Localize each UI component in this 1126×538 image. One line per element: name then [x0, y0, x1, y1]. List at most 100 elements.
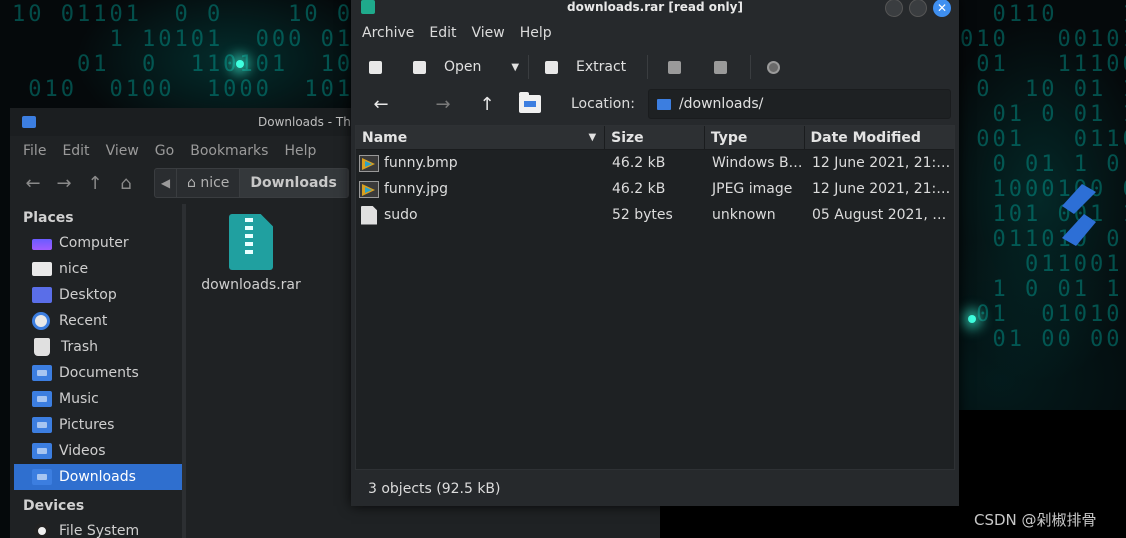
- extract-button[interactable]: Extract: [529, 52, 647, 82]
- sidebar-item-downloads[interactable]: Downloads: [14, 464, 184, 490]
- column-header-type[interactable]: Type: [705, 126, 805, 149]
- date-cell: 12 June 2021, 21:06: [812, 181, 954, 197]
- folder-window-icon: [22, 116, 36, 128]
- kali-logo-icon: [1062, 184, 1096, 246]
- sidebar-item-file-system[interactable]: File System: [14, 518, 184, 538]
- sidebar-item-recent[interactable]: Recent: [14, 308, 184, 334]
- size-cell: 52 bytes: [612, 207, 673, 223]
- watermark: CSDN @剁椒排骨: [974, 511, 1097, 529]
- open-file-icon: [413, 60, 426, 74]
- videos-folder-icon: [32, 443, 52, 459]
- menu-help[interactable]: Help: [284, 143, 316, 159]
- add-folder-icon: [714, 60, 727, 74]
- column-header-date[interactable]: Date Modified: [805, 126, 955, 149]
- back-icon[interactable]: ←: [371, 94, 391, 115]
- close-button[interactable]: ✕: [933, 0, 951, 17]
- path-segment-downloads[interactable]: Downloads: [240, 169, 348, 197]
- chevron-down-icon[interactable]: ▼: [511, 62, 519, 73]
- places-heading: Places: [23, 210, 74, 226]
- extract-label: Extract: [576, 59, 627, 75]
- column-header-size[interactable]: Size: [605, 126, 705, 149]
- name-cell: funny.jpg: [356, 180, 606, 198]
- folder-view-icon[interactable]: [519, 92, 541, 113]
- menu-view[interactable]: View: [472, 25, 505, 41]
- new-document-icon: [369, 60, 382, 74]
- documents-folder-icon: [32, 365, 52, 381]
- status-bar: 3 objects (92.5 kB): [368, 481, 501, 497]
- sidebar-item-label: Documents: [59, 365, 139, 381]
- path-home-label: nice: [200, 175, 230, 191]
- type-cell: JPEG image: [712, 181, 793, 197]
- add-folder-button[interactable]: [692, 52, 738, 82]
- sidebar-item-desktop[interactable]: Desktop: [14, 282, 184, 308]
- devices-heading: Devices: [23, 498, 85, 514]
- thunar-title: Downloads - Thu: [258, 115, 359, 129]
- stop-button[interactable]: [751, 52, 791, 82]
- computer-icon: [32, 239, 52, 250]
- path-scroll-left-icon[interactable]: ◀: [155, 169, 177, 197]
- archive-toolbar: Open ▼ Extract: [351, 48, 959, 86]
- file-item-downloads-rar[interactable]: downloads.rar: [196, 214, 306, 293]
- sidebar-item-label: Pictures: [59, 417, 115, 433]
- arrow-left-icon[interactable]: ←: [22, 172, 44, 194]
- sidebar: Places Computer nice Desktop Recent Tras…: [14, 204, 184, 538]
- archive-manager-window[interactable]: downloads.rar [read only] ✕ Archive Edit…: [351, 0, 959, 506]
- arrow-up-icon[interactable]: ↑: [84, 172, 106, 194]
- location-field[interactable]: /downloads/: [647, 89, 951, 119]
- menu-go[interactable]: Go: [155, 143, 174, 159]
- menu-bookmarks[interactable]: Bookmarks: [190, 143, 268, 159]
- table-row[interactable]: funny.bmp 46.2 kB Windows B… 12 June 202…: [356, 150, 954, 176]
- pictures-folder-icon: [32, 417, 52, 433]
- up-icon[interactable]: ↑: [477, 94, 497, 115]
- home-icon[interactable]: ⌂: [115, 172, 137, 194]
- archive-icon: [229, 214, 273, 270]
- location-label: Location:: [571, 96, 635, 112]
- archive-window-title: downloads.rar [read only]: [567, 0, 743, 14]
- menu-help[interactable]: Help: [520, 25, 552, 41]
- file-name: sudo: [384, 207, 418, 223]
- date-cell: 12 June 2021, 21:06: [812, 155, 954, 171]
- menu-edit[interactable]: Edit: [429, 25, 456, 41]
- sidebar-item-home[interactable]: nice: [14, 256, 184, 282]
- location-path: /downloads/: [678, 96, 764, 112]
- sidebar-item-music[interactable]: Music: [14, 386, 184, 412]
- sidebar-item-label: File System: [59, 523, 140, 538]
- archive-menubar: Archive Edit View Help: [351, 18, 959, 48]
- archive-file-list[interactable]: Name ▼ Size Type Date Modified funny.bmp …: [355, 125, 955, 470]
- forward-icon[interactable]: →: [433, 94, 453, 115]
- size-cell: 46.2 kB: [612, 155, 666, 171]
- sidebar-item-label: Recent: [59, 313, 108, 329]
- add-files-button[interactable]: [648, 52, 692, 82]
- size-cell: 46.2 kB: [612, 181, 666, 197]
- table-row[interactable]: funny.jpg 46.2 kB JPEG image 12 June 202…: [356, 176, 954, 202]
- path-bar: ◀ ⌂ nice Downloads: [154, 168, 349, 198]
- minimize-button[interactable]: [885, 0, 903, 17]
- sidebar-item-label: nice: [59, 261, 89, 277]
- sidebar-item-documents[interactable]: Documents: [14, 360, 184, 386]
- image-icon: [359, 180, 379, 198]
- close-icon: ✕: [936, 1, 948, 15]
- type-cell: unknown: [712, 207, 776, 223]
- sidebar-item-label: Trash: [61, 339, 98, 355]
- disk-icon: [34, 523, 50, 538]
- type-cell: Windows B…: [712, 155, 803, 171]
- menu-view[interactable]: View: [106, 143, 139, 159]
- maximize-button[interactable]: [909, 0, 927, 17]
- table-row[interactable]: sudo 52 bytes unknown 05 August 2021, 23…: [356, 202, 954, 228]
- path-segment-home[interactable]: ⌂ nice: [177, 169, 241, 197]
- date-cell: 05 August 2021, 23…: [812, 207, 954, 223]
- stop-icon: [767, 60, 780, 74]
- menu-edit[interactable]: Edit: [62, 143, 89, 159]
- archive-titlebar[interactable]: downloads.rar [read only] ✕: [351, 0, 959, 18]
- sidebar-item-trash[interactable]: Trash: [14, 334, 184, 360]
- menu-archive[interactable]: Archive: [362, 25, 414, 41]
- sidebar-item-computer[interactable]: Computer: [14, 230, 184, 256]
- open-button[interactable]: Open ▼: [403, 52, 528, 82]
- menu-file[interactable]: File: [23, 143, 46, 159]
- arrow-right-icon[interactable]: →: [53, 172, 75, 194]
- sidebar-item-videos[interactable]: Videos: [14, 438, 184, 464]
- column-header-name[interactable]: Name ▼: [356, 126, 606, 149]
- sidebar-item-pictures[interactable]: Pictures: [14, 412, 184, 438]
- new-archive-button[interactable]: [369, 52, 403, 82]
- name-cell: funny.bmp: [356, 154, 606, 172]
